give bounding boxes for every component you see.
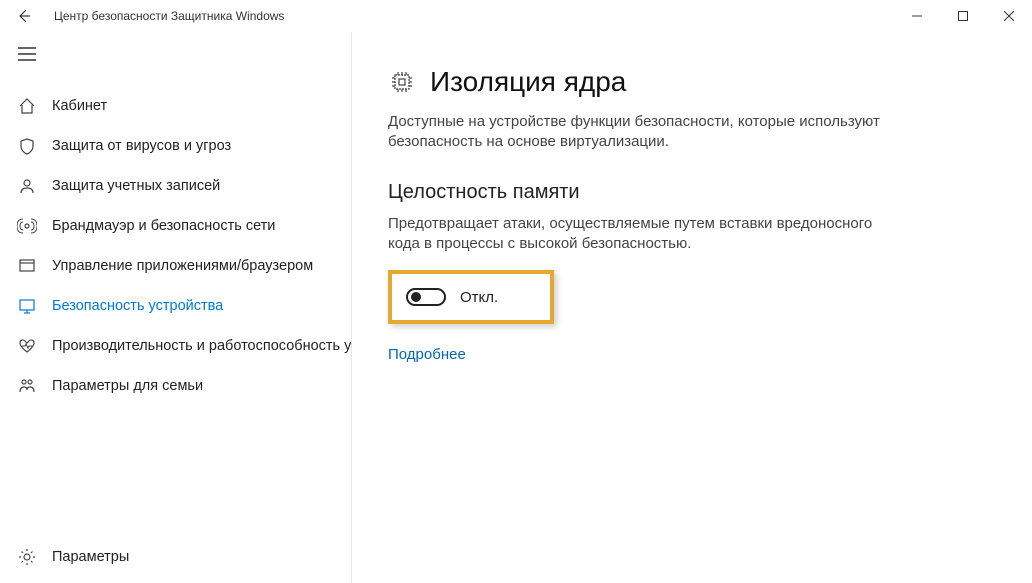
toggle-label: Откл.	[460, 289, 498, 306]
minimize-button[interactable]	[894, 0, 940, 32]
gear-icon	[16, 546, 38, 568]
sidebar-item-label: Брандмауэр и безопасность сети	[38, 218, 275, 234]
close-icon	[1004, 11, 1014, 21]
maximize-icon	[958, 11, 968, 21]
window-controls	[894, 0, 1032, 32]
sidebar-item-firewall[interactable]: Брандмауэр и безопасность сети	[0, 206, 351, 246]
sidebar-item-label: Параметры для семьи	[38, 378, 203, 394]
sidebar-item-virus[interactable]: Защита от вирусов и угроз	[0, 126, 351, 166]
device-security-icon	[16, 295, 38, 317]
sidebar-item-label: Производительность и работоспособность у…	[38, 338, 351, 354]
memory-integrity-toggle[interactable]	[406, 288, 446, 306]
hamburger-icon	[18, 47, 36, 61]
heart-icon	[16, 335, 38, 357]
titlebar: Центр безопасности Защитника Windows	[0, 0, 1032, 32]
sidebar: Кабинет Защита от вирусов и угроз Защита…	[0, 32, 352, 583]
app-browser-icon	[16, 255, 38, 277]
account-icon	[16, 175, 38, 197]
window-title: Центр безопасности Защитника Windows	[48, 9, 284, 23]
memory-integrity-toggle-row: Откл.	[406, 288, 498, 306]
nav: Кабинет Защита от вирусов и угроз Защита…	[0, 86, 351, 406]
sidebar-item-app-browser[interactable]: Управление приложениями/браузером	[0, 246, 351, 286]
sidebar-item-label: Защита учетных записей	[38, 178, 220, 194]
family-icon	[16, 375, 38, 397]
sidebar-item-label: Кабинет	[38, 98, 107, 114]
sidebar-item-label: Параметры	[38, 549, 129, 565]
page-title-row: Изоляция ядра	[388, 66, 996, 98]
main-content: Изоляция ядра Доступные на устройстве фу…	[352, 32, 1032, 583]
sidebar-item-account[interactable]: Защита учетных записей	[0, 166, 351, 206]
sidebar-item-performance[interactable]: Производительность и работоспособность у…	[0, 326, 351, 366]
section-description: Предотвращает атаки, осуществляемые путе…	[388, 214, 908, 255]
arrow-left-icon	[16, 8, 32, 24]
page-description: Доступные на устройстве функции безопасн…	[388, 112, 908, 153]
chip-icon	[388, 68, 416, 96]
back-button[interactable]	[0, 0, 48, 32]
sidebar-item-label: Управление приложениями/браузером	[38, 258, 313, 274]
hamburger-button[interactable]	[0, 32, 351, 76]
highlight-box: Откл.	[388, 270, 554, 324]
sidebar-item-label: Защита от вирусов и угроз	[38, 138, 231, 154]
home-icon	[16, 95, 38, 117]
learn-more-link[interactable]: Подробнее	[388, 346, 466, 363]
firewall-icon	[16, 215, 38, 237]
sidebar-item-settings[interactable]: Параметры	[0, 537, 351, 577]
close-button[interactable]	[986, 0, 1032, 32]
minimize-icon	[912, 11, 922, 21]
shield-icon	[16, 135, 38, 157]
page-title: Изоляция ядра	[430, 66, 626, 98]
toggle-knob	[411, 292, 421, 302]
sidebar-item-home[interactable]: Кабинет	[0, 86, 351, 126]
sidebar-item-family[interactable]: Параметры для семьи	[0, 366, 351, 406]
maximize-button[interactable]	[940, 0, 986, 32]
section-title: Целостность памяти	[388, 181, 996, 204]
sidebar-item-device-security[interactable]: Безопасность устройства	[0, 286, 351, 326]
sidebar-item-label: Безопасность устройства	[38, 298, 223, 314]
